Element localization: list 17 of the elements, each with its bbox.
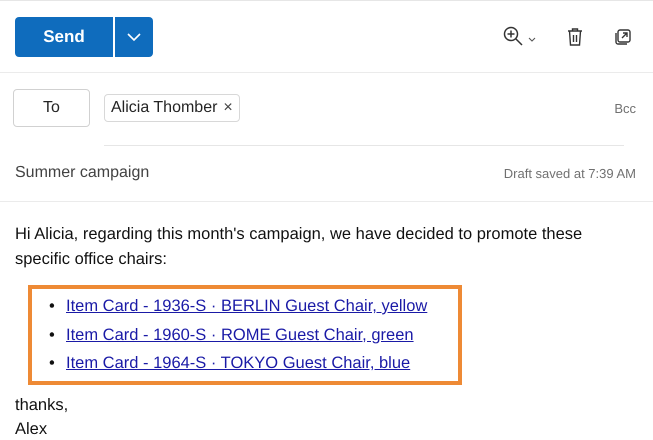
draft-status: Draft saved at 7:39 AM [504, 166, 636, 180]
item-link[interactable]: Item Card - 1964-S · TOKYO Guest Chair, blue [66, 354, 410, 372]
closing-text: thanks, [15, 394, 70, 416]
bullet: • [49, 324, 56, 346]
to-button[interactable]: To [13, 89, 90, 127]
item-link[interactable]: Item Card - 1936-S · BERLIN Guest Chair, yellow [66, 297, 428, 315]
recipient-chip[interactable]: Alicia Thomber × [104, 94, 240, 122]
bullet: • [49, 296, 56, 317]
signature-text: Alex [15, 418, 48, 440]
chevron-down-icon [126, 32, 142, 42]
send-button[interactable]: Send [15, 16, 113, 56]
bullet: • [49, 353, 56, 374]
send-options-button[interactable] [115, 16, 153, 56]
subject-field[interactable]: Summer campaign [15, 164, 150, 182]
message-text: Hi Alicia, regarding this month's campaign, we have decided to promote these specific office chairs: [15, 224, 584, 270]
item-link[interactable]: Item Card - 1960-S · ROME Guest Chair, green [66, 326, 414, 344]
bcc-link[interactable]: Bcc [614, 100, 636, 116]
